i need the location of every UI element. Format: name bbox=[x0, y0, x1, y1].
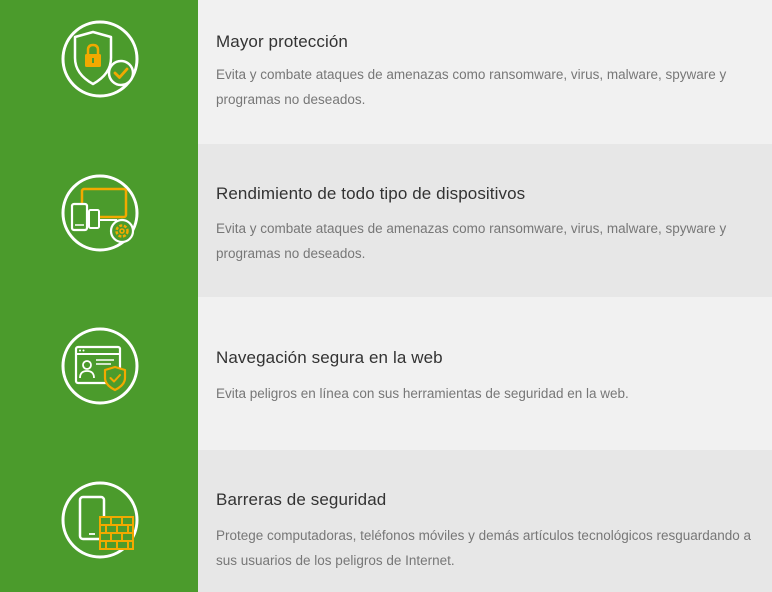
feature-title: Rendimiento de todo tipo de dispositivos bbox=[216, 184, 526, 203]
devices-gear-icon bbox=[59, 172, 141, 254]
feature-item-performance: Rendimiento de todo tipo de dispositivos… bbox=[198, 144, 772, 297]
features-section: Mayor protección Evita y combate ataques… bbox=[0, 0, 772, 592]
feature-description: Evita y combate ataques de amenazas como… bbox=[216, 221, 727, 261]
feature-item-safe-browsing: Navegación segura en la web Evita peligr… bbox=[198, 297, 772, 450]
green-icon-column bbox=[0, 0, 198, 592]
feature-description: Evita y combate ataques de amenazas como… bbox=[216, 67, 727, 107]
shield-lock-check-icon bbox=[59, 18, 141, 100]
feature-list: Mayor protección Evita y combate ataques… bbox=[198, 0, 772, 592]
phone-firewall-icon bbox=[59, 479, 141, 561]
feature-title: Barreras de seguridad bbox=[216, 490, 387, 509]
browser-user-shield-icon bbox=[59, 325, 141, 407]
feature-title: Navegación segura en la web bbox=[216, 348, 443, 367]
feature-description: Evita peligros en línea con sus herramie… bbox=[216, 386, 629, 401]
feature-item-protection: Mayor protección Evita y combate ataques… bbox=[198, 0, 772, 144]
feature-title: Mayor protección bbox=[216, 32, 348, 51]
feature-description: Protege computadoras, teléfonos móviles … bbox=[216, 528, 752, 568]
feature-item-security-barriers: Barreras de seguridad Protege computador… bbox=[198, 450, 772, 592]
